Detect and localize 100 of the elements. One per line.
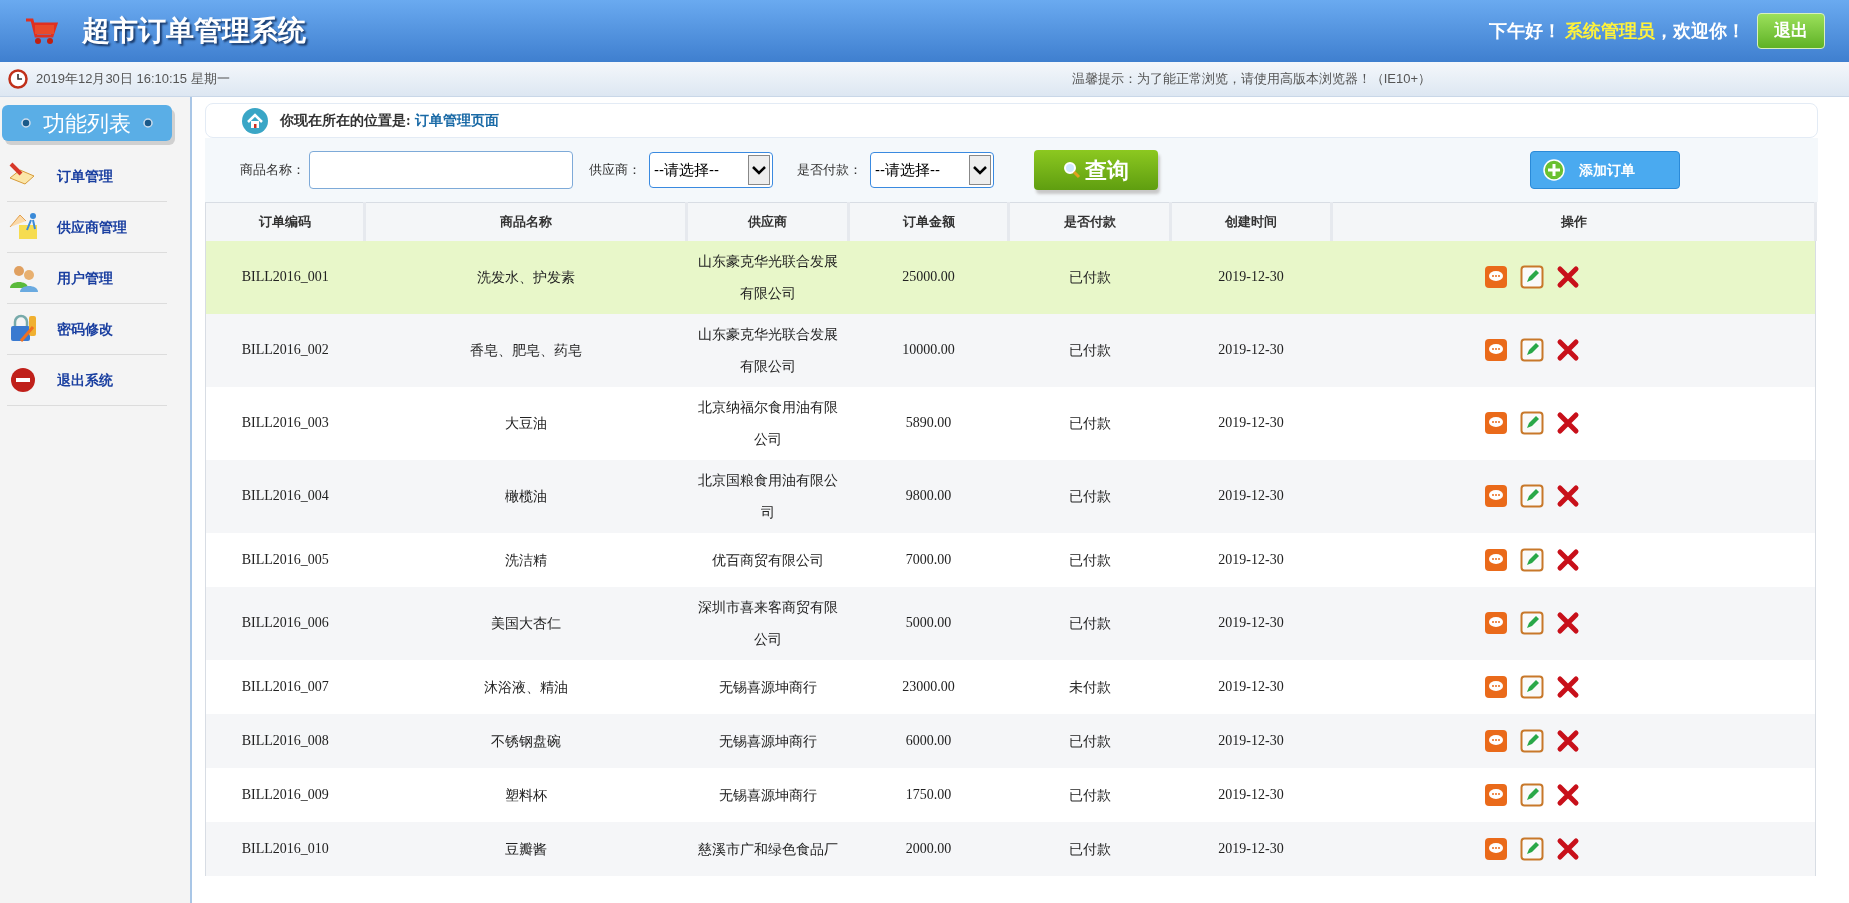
table-row[interactable]: BILL2016_009 塑料杯 无锡喜源坤商行 1750.00 已付款 2019-12-30 — [205, 767, 1816, 822]
sidebar-menu-item[interactable]: 订单管理 — [7, 151, 167, 202]
date-time-text: 2019年12月30日 16:10:15 星期一 — [36, 70, 230, 89]
delete-button[interactable] — [1555, 484, 1580, 508]
table-cell-text: 2019-12-30 — [1218, 614, 1284, 632]
delete-button[interactable] — [1555, 338, 1580, 362]
table-row[interactable]: BILL2016_006 美国大杏仁 深圳市喜来客商贸有限公司 5000.00 已付款 2019-12-30 — [205, 586, 1816, 660]
shopping-cart-icon — [24, 16, 58, 46]
view-button[interactable] — [1483, 547, 1508, 572]
table-cell-text: 2019-12-30 — [1218, 785, 1284, 804]
edit-button[interactable] — [1519, 674, 1544, 699]
edit-button[interactable] — [1519, 728, 1544, 753]
product-name-field[interactable] — [309, 151, 573, 189]
table-cell-text: 1750.00 — [905, 785, 952, 804]
view-button[interactable] — [1483, 411, 1508, 435]
sidebar-menu-item[interactable]: 退出系统 — [7, 355, 167, 406]
table-cell-text: BILL2016_003 — [241, 414, 329, 432]
table-cell-text: 已付款 — [1068, 487, 1111, 506]
speech-bubble-icon — [1483, 674, 1508, 699]
sidebar-menu-item[interactable]: 供应商管理 — [7, 202, 167, 253]
speech-bubble-icon — [1483, 411, 1508, 435]
table-cell-text: 6000.00 — [905, 731, 952, 750]
table-cell-text: 2000.00 — [905, 839, 952, 858]
table-cell-text: BILL2016_005 — [241, 550, 329, 569]
edit-button[interactable] — [1519, 836, 1544, 861]
view-button[interactable] — [1483, 728, 1508, 753]
close-icon — [1555, 836, 1580, 861]
edit-button[interactable] — [1519, 411, 1544, 435]
speech-bubble-icon — [1483, 836, 1508, 861]
pencil-icon — [1519, 411, 1544, 435]
edit-button[interactable] — [1519, 782, 1544, 807]
pencil-icon — [1519, 836, 1544, 861]
table-row[interactable]: BILL2016_004 橄榄油 北京国粮食用油有限公司 9800.00 已付款 2019-12-30 — [205, 459, 1816, 533]
breadcrumb-label: 你现在所在的位置是: — [280, 112, 411, 130]
table-cell-text: 香皂、肥皂、药皂 — [469, 341, 582, 360]
dot-icon — [21, 118, 31, 128]
speech-bubble-icon — [1483, 484, 1508, 508]
table-cell-text: 2019-12-30 — [1218, 731, 1284, 750]
close-icon — [1555, 782, 1580, 807]
delete-button[interactable] — [1555, 411, 1580, 435]
sidebar-menu-item[interactable]: 用户管理 — [7, 253, 167, 304]
view-button[interactable] — [1483, 484, 1508, 508]
edit-button[interactable] — [1519, 265, 1544, 289]
pencil-icon — [1519, 782, 1544, 807]
close-icon — [1555, 338, 1580, 362]
pencil-icon — [1519, 265, 1544, 289]
sidebar-menu-item[interactable]: 密码修改 — [7, 304, 167, 355]
table-row[interactable]: BILL2016_007 沐浴液、精油 无锡喜源坤商行 23000.00 未付款 2019-12-30 — [205, 659, 1816, 714]
speech-bubble-icon — [1483, 782, 1508, 807]
table-cell-text: 美国大杏仁 — [490, 614, 561, 633]
table-row[interactable]: BILL2016_010 豆瓣酱 慈溪市广和绿色食品厂 2000.00 已付款 2019-12-30 — [205, 821, 1816, 876]
edit-button[interactable] — [1519, 484, 1544, 508]
table-cell-text: 北京国粮食用油有限公司 — [696, 471, 839, 522]
delete-button[interactable] — [1555, 611, 1580, 635]
view-button[interactable] — [1483, 782, 1508, 807]
table-cell-text: 已付款 — [1068, 268, 1111, 287]
edit-button[interactable] — [1519, 547, 1544, 572]
pencil-icon — [1519, 547, 1544, 572]
user-name: 系统管理员 — [1565, 19, 1655, 43]
supplier-select[interactable]: --请选择-- — [649, 152, 773, 188]
table-cell-text: BILL2016_007 — [241, 677, 329, 696]
table-cell-text: BILL2016_004 — [241, 487, 329, 505]
view-button[interactable] — [1483, 836, 1508, 861]
view-button[interactable] — [1483, 674, 1508, 699]
table-cell-text: 已付款 — [1068, 731, 1111, 751]
close-icon — [1555, 547, 1580, 572]
close-icon — [1555, 728, 1580, 753]
table-row[interactable]: BILL2016_005 洗洁精 优百商贸有限公司 7000.00 已付款 2019-12-30 — [205, 532, 1816, 587]
pencil-icon — [1519, 484, 1544, 508]
table-cell-text: 洗洁精 — [504, 550, 547, 570]
plus-circle-icon — [1543, 159, 1565, 181]
table-cell-text: 2019-12-30 — [1218, 677, 1284, 696]
delete-button[interactable] — [1555, 547, 1580, 572]
delete-button[interactable] — [1555, 674, 1580, 699]
table-row[interactable]: BILL2016_002 香皂、肥皂、药皂 山东豪克华光联合发展有限公司 10000.00 已付款 2019-12-30 — [205, 313, 1816, 387]
table-cell-text: 山东豪克华光联合发展有限公司 — [696, 325, 839, 376]
table-cell-text: 无锡喜源坤商行 — [718, 785, 817, 805]
payment-status-select[interactable]: --请选择-- — [870, 152, 994, 188]
edit-button[interactable] — [1519, 338, 1544, 362]
pencil-icon — [1519, 728, 1544, 753]
view-button[interactable] — [1483, 265, 1508, 289]
delete-button[interactable] — [1555, 782, 1580, 807]
edit-button[interactable] — [1519, 611, 1544, 635]
view-button[interactable] — [1483, 338, 1508, 362]
table-cell-text: 大豆油 — [504, 414, 547, 433]
pencil-icon — [1519, 338, 1544, 362]
table-cell-text: BILL2016_001 — [241, 268, 329, 286]
delete-button[interactable] — [1555, 836, 1580, 861]
delete-button[interactable] — [1555, 728, 1580, 753]
table-row[interactable]: BILL2016_003 大豆油 北京纳福尔食用油有限公司 5890.00 已付款 2019-12-30 — [205, 386, 1816, 460]
delete-button[interactable] — [1555, 265, 1580, 289]
table-cell-text: 未付款 — [1068, 677, 1111, 697]
view-button[interactable] — [1483, 611, 1508, 635]
table-cell-text: BILL2016_002 — [241, 341, 329, 359]
table-row[interactable]: BILL2016_008 不锈钢盘碗 无锡喜源坤商行 6000.00 已付款 2019-12-30 — [205, 713, 1816, 768]
table-cell-text: 洗发水、护发素 — [476, 268, 575, 287]
table-cell-text: 5000.00 — [905, 614, 952, 632]
product-name-label: 商品名称： — [240, 161, 305, 180]
home-icon — [242, 107, 268, 134]
table-cell-text: 2019-12-30 — [1218, 487, 1284, 505]
